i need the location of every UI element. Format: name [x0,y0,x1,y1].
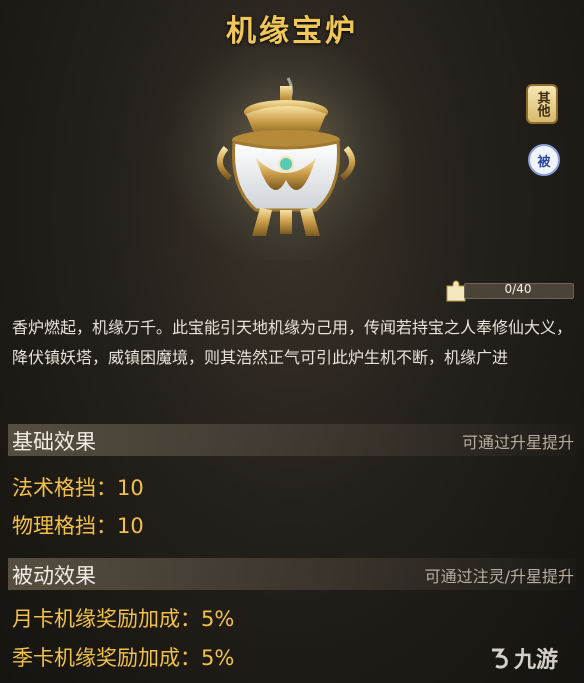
base-effects-label: 基础效果 [12,430,96,454]
tag-other-badge[interactable]: 其他 [526,84,558,124]
tag-passive-badge[interactable]: 被 [528,144,560,176]
jiuyou-logo-icon [492,648,508,669]
stat-season-card-bonus: 季卡机缘奖励加成：5% [12,646,235,670]
watermark-text: 九游 [514,648,559,673]
item-description: 香炉燃起，机缘万千。此宝能引天地机缘为己用，传闻若持宝之人奉修仙大义，降伏镇妖塔… [12,318,573,367]
watermark: 九游 [488,642,558,674]
passive-effects-label: 被动效果 [12,564,96,588]
fragment-progress: 0/40 [444,280,574,302]
stat-magic-block: 法术格挡：10 [12,476,144,500]
passive-effects-hint: 可通过注灵/升星提升 [424,567,574,586]
passive-effects-header: 被动效果 可通过注灵/升星提升 [8,558,576,590]
stat-monthly-card-bonus: 月卡机缘奖励加成：5% [12,607,235,631]
progress-text: 0/40 [504,282,532,296]
base-effects-hint: 可通过升星提升 [461,433,574,452]
incense-burner-icon[interactable] [196,68,376,248]
stat-physical-block: 物理格挡：10 [12,514,144,538]
base-effects-header: 基础效果 可通过升星提升 [8,424,576,456]
